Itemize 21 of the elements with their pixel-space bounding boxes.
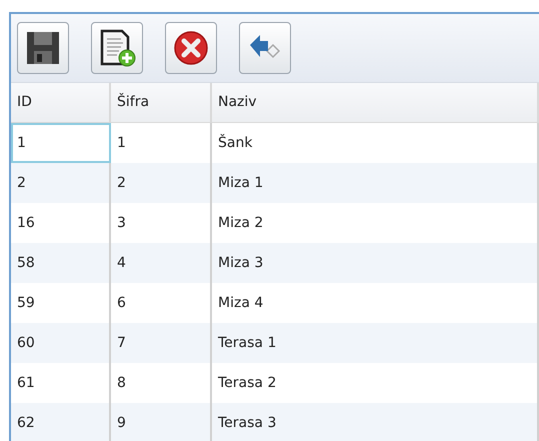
table-cell: Miza 3 <box>212 243 539 283</box>
table-cell: 58 <box>11 243 111 283</box>
save-button[interactable] <box>17 22 69 74</box>
table-cell: 7 <box>111 323 212 363</box>
table-cell: 60 <box>11 323 111 363</box>
table-cell: 9 <box>111 403 212 441</box>
table-cell: 2 <box>11 163 111 203</box>
table-cell: Terasa 3 <box>212 403 539 441</box>
back-button[interactable] <box>239 22 291 74</box>
delete-button[interactable] <box>165 22 217 74</box>
table-cell: Terasa 1 <box>212 323 539 363</box>
table-cell: 4 <box>111 243 212 283</box>
column-header[interactable]: ID <box>11 83 111 123</box>
table-cell: 1 <box>11 123 111 163</box>
close-icon <box>172 29 210 67</box>
table-cell: 2 <box>111 163 212 203</box>
column-header[interactable]: Naziv <box>212 83 539 123</box>
column-header[interactable]: Šifra <box>111 83 212 123</box>
table-cell: 62 <box>11 403 111 441</box>
table-cell: Miza 1 <box>212 163 539 203</box>
new-document-button[interactable] <box>91 22 143 74</box>
